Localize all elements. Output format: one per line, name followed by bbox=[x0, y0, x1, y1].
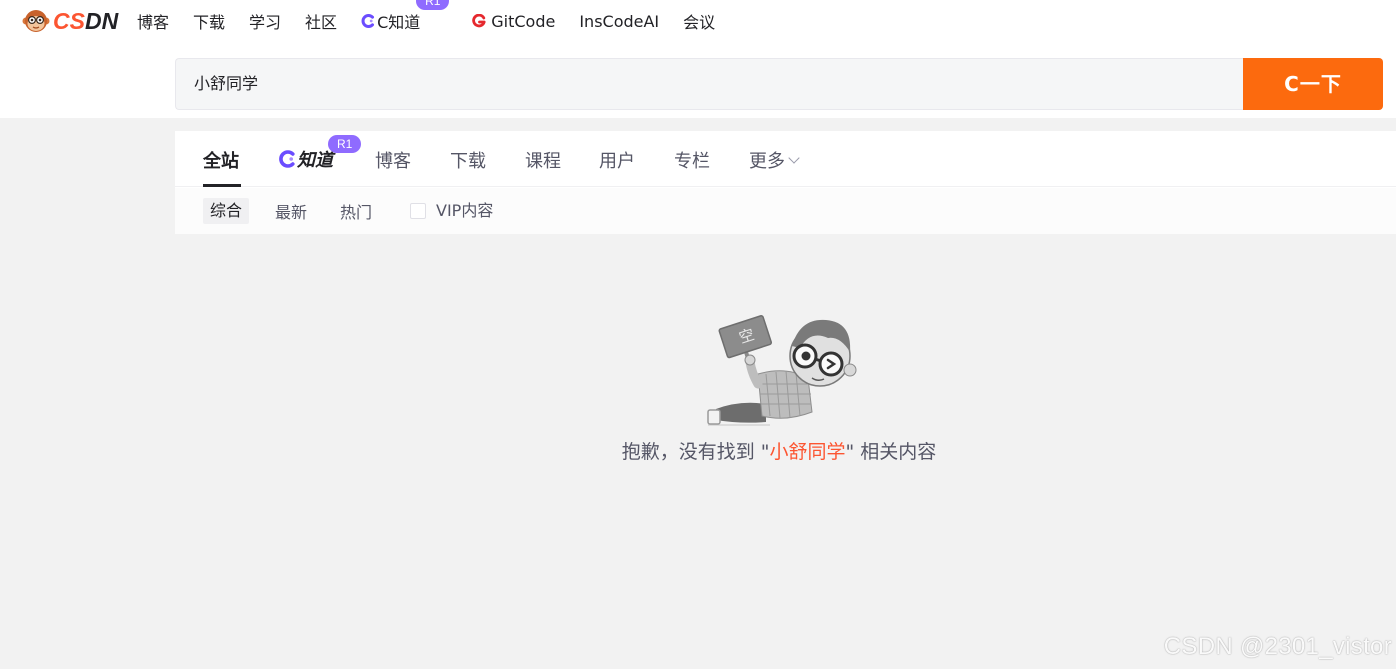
c-zhidao-icon bbox=[361, 14, 375, 28]
watermark: CSDN @2301_vistor bbox=[1163, 633, 1392, 660]
search-input[interactable]: 小舒同学 bbox=[175, 58, 1243, 110]
r1-badge: R1 bbox=[328, 135, 362, 153]
monkey-logo-icon bbox=[22, 10, 50, 32]
sort-comprehensive[interactable]: 综合 bbox=[203, 198, 250, 224]
vip-checkbox-label[interactable]: VIP内容 bbox=[436, 199, 493, 223]
tab-more[interactable]: 更多 bbox=[749, 147, 800, 173]
logo-text: CSDN bbox=[53, 7, 119, 34]
chevron-down-icon bbox=[788, 152, 800, 164]
tab-more-label: 更多 bbox=[749, 151, 785, 172]
search-filter-panel: 全站 知道 R1 博客 下载 课程 用户 专栏 更多 综合 最新 热门 VIP内… bbox=[175, 131, 1396, 234]
active-tab-underline bbox=[203, 184, 241, 187]
tab-c-zhidao[interactable]: 知道 R1 bbox=[278, 135, 362, 171]
top-navbar: CSDN 博客 下载 学习 社区 C知道 R1 GitCode InsCodeA… bbox=[0, 0, 1396, 48]
c-zhidao-icon bbox=[279, 150, 295, 168]
empty-message-prefix: 抱歉，没有找到 " bbox=[621, 441, 770, 463]
nav-item-inscodeai[interactable]: InsCodeAI bbox=[579, 12, 659, 31]
tab-download[interactable]: 下载 bbox=[450, 147, 486, 173]
empty-message-keyword: 小舒同学 bbox=[769, 441, 846, 463]
nav-item-gitcode[interactable]: GitCode bbox=[472, 12, 555, 31]
sort-hot[interactable]: 热门 bbox=[340, 200, 372, 226]
tab-course[interactable]: 课程 bbox=[525, 147, 561, 173]
nav-item-blog[interactable]: 博客 bbox=[137, 9, 169, 33]
nav-item-c-zhidao[interactable]: C知道 R1 bbox=[361, 0, 450, 33]
sort-filter-bar: 综合 最新 热门 VIP内容 bbox=[175, 188, 1396, 234]
empty-result-message: 抱歉，没有找到 "小舒同学" 相关内容 bbox=[0, 437, 1396, 464]
gitcode-icon bbox=[472, 14, 486, 28]
search-bar-row: 小舒同学 C一下 bbox=[0, 48, 1396, 118]
tab-all[interactable]: 全站 bbox=[203, 147, 239, 173]
category-tabbar: 全站 知道 R1 博客 下载 课程 用户 专栏 更多 bbox=[175, 131, 1396, 187]
tab-user[interactable]: 用户 bbox=[599, 147, 635, 173]
tab-column[interactable]: 专栏 bbox=[674, 147, 710, 173]
r1-badge: R1 bbox=[416, 0, 450, 10]
nav-item-learn[interactable]: 学习 bbox=[249, 9, 281, 33]
top-nav-menu: 博客 下载 学习 社区 C知道 R1 GitCode InsCodeAI 会议 bbox=[137, 0, 739, 42]
nav-item-community[interactable]: 社区 bbox=[305, 9, 337, 33]
sort-latest[interactable]: 最新 bbox=[275, 200, 307, 226]
nav-item-download[interactable]: 下载 bbox=[193, 9, 225, 33]
vip-checkbox[interactable] bbox=[410, 203, 426, 219]
search-button[interactable]: C一下 bbox=[1243, 58, 1383, 110]
tab-blog[interactable]: 博客 bbox=[375, 147, 411, 173]
csdn-logo[interactable]: CSDN bbox=[22, 7, 118, 35]
empty-result-illustration: 空 bbox=[707, 315, 857, 426]
empty-message-suffix: " 相关内容 bbox=[845, 441, 937, 463]
nav-item-meeting[interactable]: 会议 bbox=[683, 9, 715, 33]
tab-c-zhidao-label: 知道 bbox=[297, 150, 333, 171]
